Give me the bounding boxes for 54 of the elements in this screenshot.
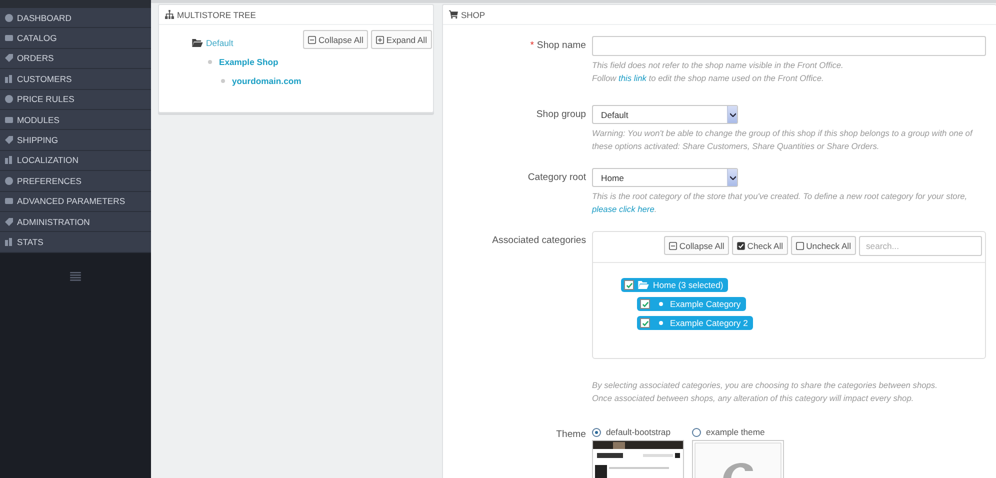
panel-title: MULTISTORE TREE: [177, 10, 256, 20]
minus-box-icon: [669, 242, 678, 250]
menu-icon[interactable]: [70, 272, 81, 281]
cart-icon: [449, 10, 458, 19]
shop-name-field[interactable]: [592, 36, 986, 56]
tree-button[interactable]: Collapse All: [303, 30, 368, 49]
help-text: This field does not refer to the shop name visible in the Front Office.: [592, 59, 844, 72]
bullet-icon: [208, 60, 212, 64]
checked-box-icon: [737, 242, 746, 250]
empty-box-icon: [796, 242, 804, 250]
sidebar-item[interactable]: CUSTOMERS: [0, 69, 151, 90]
required-mark: *: [530, 40, 534, 51]
checkbox[interactable]: [640, 299, 650, 309]
select-field[interactable]: Default: [592, 105, 738, 124]
bullet-icon: [221, 78, 225, 82]
tree-button[interactable]: Collapse All: [664, 236, 730, 255]
caret-icon: [730, 112, 736, 116]
sidebar-item[interactable]: SHIPPING: [0, 130, 151, 151]
select-field[interactable]: Home: [592, 168, 738, 187]
help-text: Once associated between shops, any alteration of this category will impact every shop.: [592, 392, 915, 405]
caret-icon: [730, 176, 736, 180]
field-label: Shop name: [536, 40, 586, 51]
help-text: By selecting associated categories, you are choosing to share the categories between shops.: [592, 379, 938, 392]
field-label: Category root: [528, 172, 586, 183]
sidebar-item[interactable]: MODULES: [0, 110, 151, 130]
sidebar-item[interactable]: PRICE RULES: [0, 90, 151, 110]
sidebar-item[interactable]: STATS: [0, 232, 151, 253]
minus-box-icon: [308, 36, 316, 44]
tree-button[interactable]: Uncheck All: [791, 236, 856, 255]
folder-icon: [192, 38, 203, 46]
help-text: This is the root category of the store that you've created. To define a new root category for your store, please click here.: [592, 190, 968, 216]
plus-box-icon: [376, 36, 384, 44]
sidebar-item[interactable]: ADVANCED PARAMETERS: [0, 192, 151, 212]
sidebar-item[interactable]: DASHBOARD: [0, 8, 151, 28]
theme-radio[interactable]: default-bootstrap: [592, 427, 684, 437]
sidebar-item[interactable]: PREFERENCES: [0, 171, 151, 192]
tree-button[interactable]: Check All: [732, 236, 788, 255]
checkbox[interactable]: [640, 318, 650, 328]
folder-icon: [638, 281, 649, 289]
search-field[interactable]: search...: [859, 236, 982, 256]
sidebar-item[interactable]: LOCALIZATION: [0, 150, 151, 172]
theme-radio[interactable]: example theme: [692, 427, 784, 437]
field-label: Theme: [556, 429, 586, 440]
checkbox[interactable]: [624, 280, 634, 290]
sidebar-item[interactable]: ADMINISTRATION: [0, 212, 151, 232]
field-label: Associated categories: [492, 235, 586, 246]
panel-title: SHOP: [461, 10, 486, 20]
sidebar-item[interactable]: CATALOG: [0, 28, 151, 49]
tree-button[interactable]: Expand All: [371, 30, 432, 49]
sidebar-item[interactable]: ORDERS: [0, 48, 151, 70]
help-text: Follow this link to edit the shop name used on the Front Office.: [592, 72, 825, 85]
help-text: Warning: You won't be able to change the group of this shop if this shop belongs to a group with one of these options activated: Share Customers, Share Quantities or Share Orders.: [592, 127, 974, 153]
sitemap-icon: [165, 10, 174, 19]
field-label: Shop group: [536, 109, 586, 120]
